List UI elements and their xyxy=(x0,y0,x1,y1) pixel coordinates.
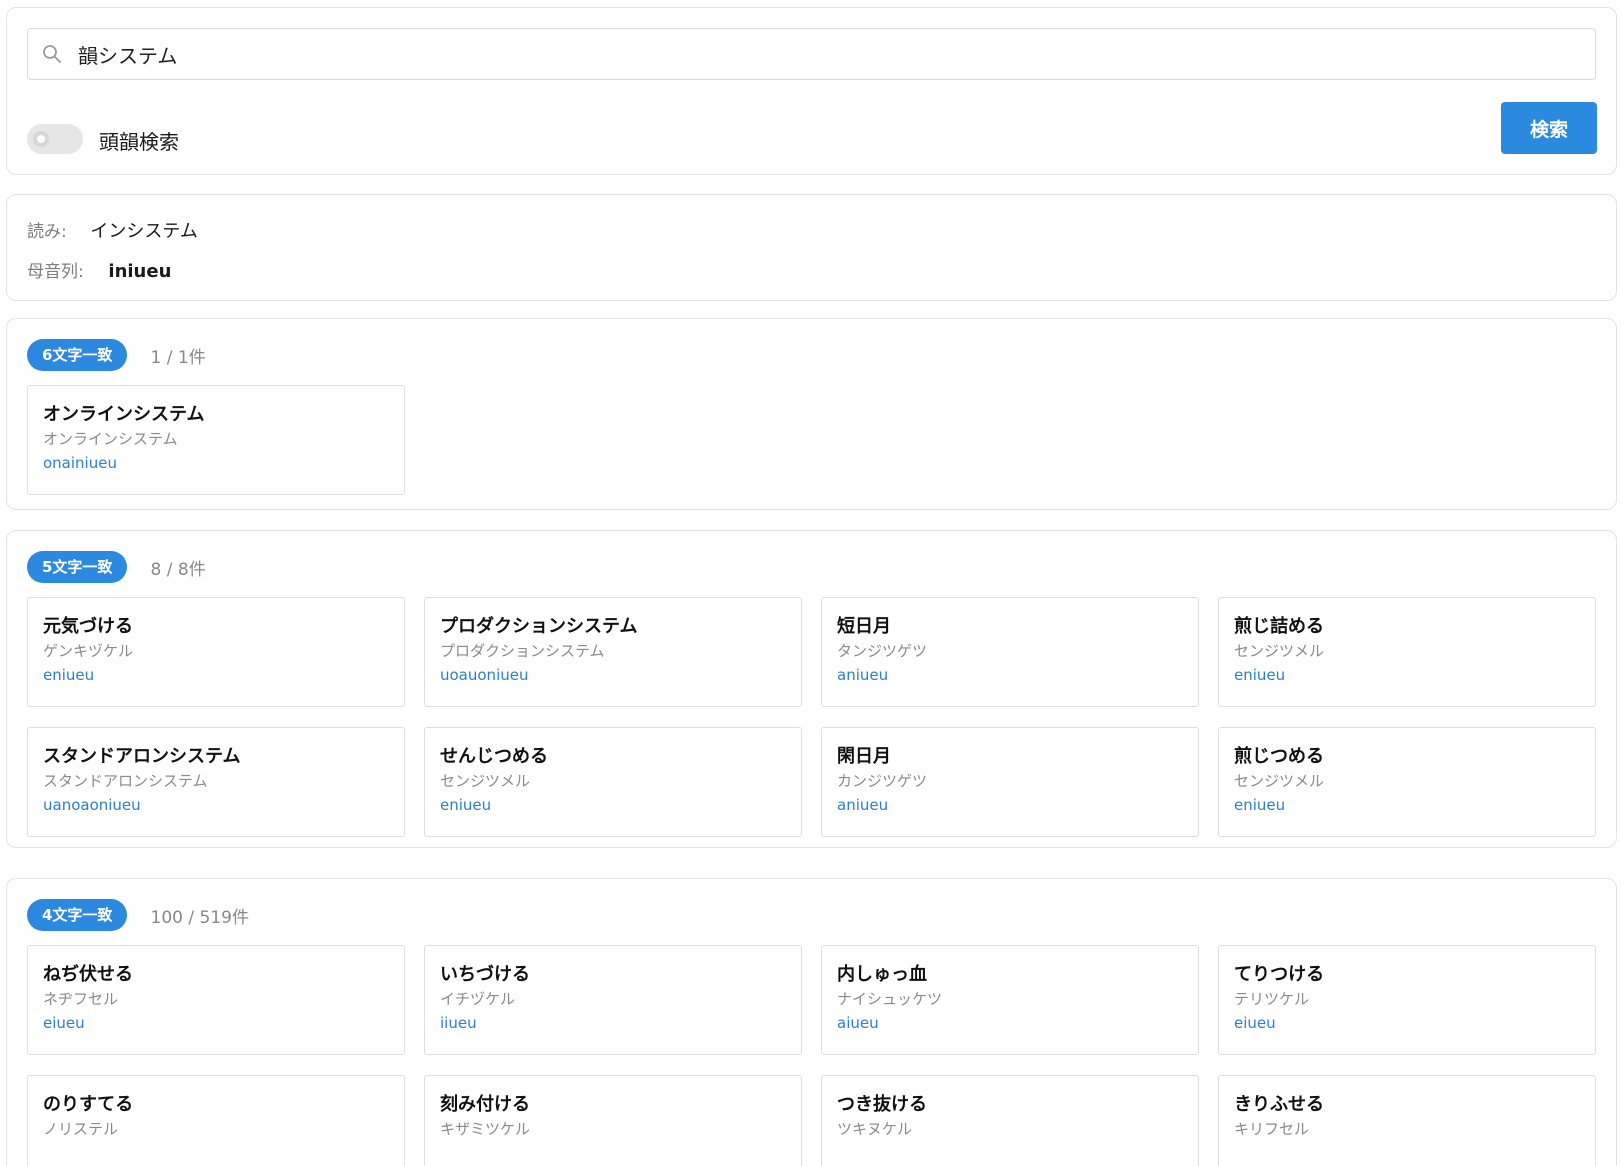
reading-row: 読み: インシステム xyxy=(27,217,198,243)
card-vowels: onainiueu xyxy=(43,454,117,472)
card-word: 煎じ詰める xyxy=(1234,616,1324,637)
card-kana: プロダクションシステム xyxy=(440,642,605,660)
card-vowels: eniueu xyxy=(1234,796,1286,814)
card-vowels: eniueu xyxy=(440,796,492,814)
card-vowels: aniueu xyxy=(837,666,889,684)
card-kana: センジツメル xyxy=(440,772,531,790)
card-kana: スタンドアロンシステム xyxy=(43,772,208,790)
search-input[interactable] xyxy=(78,29,1578,79)
card-word: てりつける xyxy=(1234,964,1325,985)
card-kana: ナイシュッケツ xyxy=(837,990,943,1008)
match-badge: 5文字一致 xyxy=(27,551,128,583)
search-button[interactable]: 検索 xyxy=(1501,102,1597,154)
page: 頭韻検索 検索 読み: インシステム 母音列: iniueu 6文字一致 1 /… xyxy=(0,0,1622,1166)
card-kana: センジツメル xyxy=(1234,772,1325,790)
card-kana: タンジツゲツ xyxy=(837,642,928,660)
card-vowels: iiueu xyxy=(440,1014,477,1032)
card-kana: ゲンキヅケル xyxy=(43,642,134,660)
card-word: 元気づける xyxy=(43,616,133,637)
card-vowels: eiueu xyxy=(43,1014,85,1032)
vowels-row: 母音列: iniueu xyxy=(27,257,171,282)
result-card[interactable]: ねぢ伏せる ネヂフセル eiueu xyxy=(27,945,405,1055)
card-kana: キリフセル xyxy=(1234,1120,1310,1138)
card-vowels: uanoaoniueu xyxy=(43,796,141,814)
match-group-6: 6文字一致 1 / 1件 オンラインシステム オンラインシステム onainiu… xyxy=(6,318,1617,510)
card-kana: カンジツゲツ xyxy=(837,772,928,790)
toggle-knob xyxy=(33,131,49,147)
result-card[interactable]: スタンドアロンシステム スタンドアロンシステム uanoaoniueu xyxy=(27,727,405,837)
match-group-5: 5文字一致 8 / 8件 元気づける ゲンキヅケル eniueu プロダクション… xyxy=(6,530,1617,848)
result-card[interactable]: きりふせる キリフセル xyxy=(1218,1075,1596,1166)
card-kana: オンラインシステム xyxy=(43,430,178,448)
card-word: 刻み付ける xyxy=(440,1094,530,1115)
search-icon xyxy=(42,44,62,64)
result-card[interactable]: プロダクションシステム プロダクションシステム uoauoniueu xyxy=(424,597,802,707)
search-panel: 頭韻検索 検索 xyxy=(6,7,1617,175)
search-box[interactable] xyxy=(27,28,1596,80)
card-word: のりすてる xyxy=(43,1094,134,1115)
vowels-key: 母音列: xyxy=(27,262,84,282)
card-word: 閑日月 xyxy=(837,746,891,767)
card-kana: ノリステル xyxy=(43,1120,119,1138)
card-vowels: eiueu xyxy=(1234,1014,1276,1032)
result-count: 1 / 1件 xyxy=(150,347,206,368)
result-card[interactable]: 短日月 タンジツゲツ aniueu xyxy=(821,597,1199,707)
result-card[interactable]: いちづける イチヅケル iiueu xyxy=(424,945,802,1055)
result-count: 8 / 8件 xyxy=(150,559,206,580)
card-vowels: eniueu xyxy=(43,666,95,684)
vowels-value: iniueu xyxy=(108,261,172,282)
result-card[interactable]: 内しゅっ血 ナイシュッケツ aiueu xyxy=(821,945,1199,1055)
card-kana: ツキヌケル xyxy=(837,1120,913,1138)
card-word: いちづける xyxy=(440,964,530,985)
result-card[interactable]: のりすてる ノリステル xyxy=(27,1075,405,1166)
group-header: 5文字一致 8 / 8件 xyxy=(27,551,206,583)
card-vowels: eniueu xyxy=(1234,666,1286,684)
result-card[interactable]: せんじつめる センジツメル eniueu xyxy=(424,727,802,837)
group-header: 4文字一致 100 / 519件 xyxy=(27,899,249,931)
card-word: 煎じつめる xyxy=(1234,746,1324,767)
result-card[interactable]: 煎じつめる センジツメル eniueu xyxy=(1218,727,1596,837)
match-badge: 4文字一致 xyxy=(27,899,128,931)
card-vowels: uoauoniueu xyxy=(440,666,529,684)
reading-key: 読み: xyxy=(27,222,67,242)
match-badge: 6文字一致 xyxy=(27,339,128,371)
card-kana: キザミツケル xyxy=(440,1120,531,1138)
card-word: 短日月 xyxy=(837,616,891,637)
card-word: オンラインシステム xyxy=(43,404,205,425)
result-count: 100 / 519件 xyxy=(150,907,249,928)
card-kana: イチヅケル xyxy=(440,990,516,1008)
alliteration-toggle-label: 頭韻検索 xyxy=(99,130,179,154)
reading-value: インシステム xyxy=(90,221,198,242)
card-word: ねぢ伏せる xyxy=(43,964,133,985)
result-card[interactable]: 元気づける ゲンキヅケル eniueu xyxy=(27,597,405,707)
result-card[interactable]: つき抜ける ツキヌケル xyxy=(821,1075,1199,1166)
card-kana: テリツケル xyxy=(1234,990,1310,1008)
card-word: 内しゅっ血 xyxy=(837,964,927,985)
match-group-4: 4文字一致 100 / 519件 ねぢ伏せる ネヂフセル eiueu いちづける… xyxy=(6,878,1617,1166)
card-word: プロダクションシステム xyxy=(440,616,638,637)
group-header: 6文字一致 1 / 1件 xyxy=(27,339,206,371)
reading-info-panel: 読み: インシステム 母音列: iniueu xyxy=(6,194,1617,301)
card-word: きりふせる xyxy=(1234,1094,1324,1115)
card-word: スタンドアロンシステム xyxy=(43,746,241,767)
card-word: つき抜ける xyxy=(837,1094,927,1115)
result-card[interactable]: 閑日月 カンジツゲツ aniueu xyxy=(821,727,1199,837)
alliteration-toggle[interactable] xyxy=(27,124,83,154)
card-kana: センジツメル xyxy=(1234,642,1325,660)
card-word: せんじつめる xyxy=(440,746,548,767)
card-kana: ネヂフセル xyxy=(43,990,119,1008)
card-vowels: aiueu xyxy=(837,1014,879,1032)
result-card[interactable]: てりつける テリツケル eiueu xyxy=(1218,945,1596,1055)
result-card[interactable]: 刻み付ける キザミツケル xyxy=(424,1075,802,1166)
result-card[interactable]: オンラインシステム オンラインシステム onainiueu xyxy=(27,385,405,495)
card-vowels: aniueu xyxy=(837,796,889,814)
result-card[interactable]: 煎じ詰める センジツメル eniueu xyxy=(1218,597,1596,707)
